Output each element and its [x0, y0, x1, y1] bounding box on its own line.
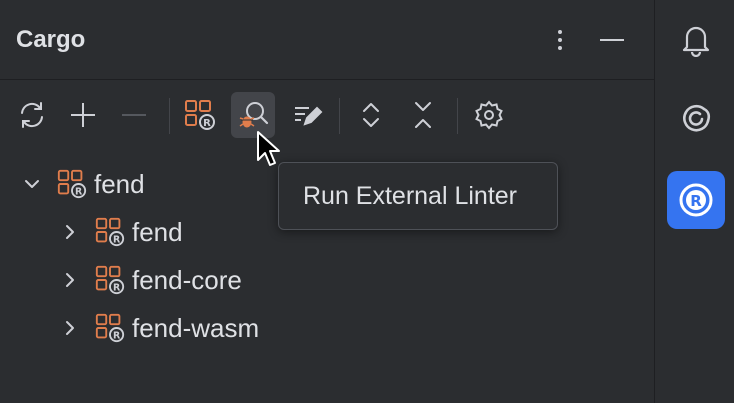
hide-button[interactable]: [594, 22, 630, 58]
chevron-right-icon[interactable]: [56, 314, 84, 342]
edit-config-icon: [295, 106, 323, 126]
tree-node-fend-wasm[interactable]: R fend-wasm: [56, 308, 259, 348]
add-button[interactable]: [61, 92, 105, 138]
tree-node-label: fend: [94, 168, 145, 199]
add-icon: [71, 103, 95, 127]
cargo-package-icon: R: [94, 264, 126, 296]
settings-icon: [475, 100, 503, 130]
expand-all-button[interactable]: [349, 92, 393, 138]
edit-config-button[interactable]: [285, 92, 329, 138]
svg-text:R: R: [113, 234, 121, 245]
right-tool-strip: R: [654, 0, 734, 403]
tree-node-label: fend-wasm: [132, 312, 260, 343]
more-options-button[interactable]: [542, 22, 578, 58]
tree-node-root[interactable]: R fend: [18, 164, 145, 204]
mouse-cursor-icon: [257, 131, 280, 166]
run-external-linter-icon: [239, 102, 269, 128]
toolbar-separator: [457, 98, 458, 134]
tree-node-label: fend: [132, 216, 183, 247]
ai-assistant-button[interactable]: [667, 90, 725, 148]
cargo-tool-window: Cargo R R fend R fend R fend-core R fend…: [0, 0, 654, 403]
toolbar-separator: [339, 98, 340, 134]
tree-node-label: fend-core: [132, 264, 242, 295]
expand-all-icon: [363, 103, 379, 127]
collapse-all-button[interactable]: [401, 92, 445, 138]
svg-text:R: R: [690, 192, 702, 210]
tooltip-text: Run External Linter: [303, 181, 518, 210]
svg-text:R: R: [113, 282, 121, 293]
cargo-package-icon: R: [56, 168, 88, 200]
more-vertical-icon: [558, 30, 562, 50]
minimize-icon: [600, 39, 624, 41]
cargo-modules-icon: R: [185, 100, 215, 130]
remove-button[interactable]: [112, 92, 156, 138]
refresh-icon: [21, 102, 43, 128]
toolbar-separator: [169, 98, 170, 134]
svg-text:R: R: [113, 330, 121, 341]
notifications-button[interactable]: [667, 10, 725, 68]
cargo-modules-button[interactable]: R: [178, 92, 222, 138]
collapse-all-icon: [415, 102, 431, 128]
tree-node-fend-core[interactable]: R fend-core: [56, 260, 242, 300]
tree-node-fend[interactable]: R fend: [56, 212, 183, 252]
toolbar: R: [0, 92, 654, 140]
tool-window-header: Cargo: [0, 0, 654, 80]
refresh-button[interactable]: [10, 92, 54, 138]
cargo-package-icon: R: [94, 216, 126, 248]
chevron-right-icon[interactable]: [56, 266, 84, 294]
cargo-package-icon: R: [94, 312, 126, 344]
rust-cargo-icon: R: [679, 183, 713, 217]
notifications-icon: [682, 26, 710, 57]
chevron-down-icon[interactable]: [18, 170, 46, 198]
settings-button[interactable]: [467, 92, 511, 138]
remove-icon: [122, 114, 146, 116]
svg-text:R: R: [203, 118, 211, 129]
tool-window-title: Cargo: [16, 26, 86, 53]
chevron-right-icon[interactable]: [56, 218, 84, 246]
ai-assistant-icon: [683, 104, 711, 132]
svg-text:R: R: [75, 186, 83, 197]
rust-cargo-button[interactable]: R: [667, 171, 725, 229]
tooltip: Run External Linter: [278, 162, 558, 230]
